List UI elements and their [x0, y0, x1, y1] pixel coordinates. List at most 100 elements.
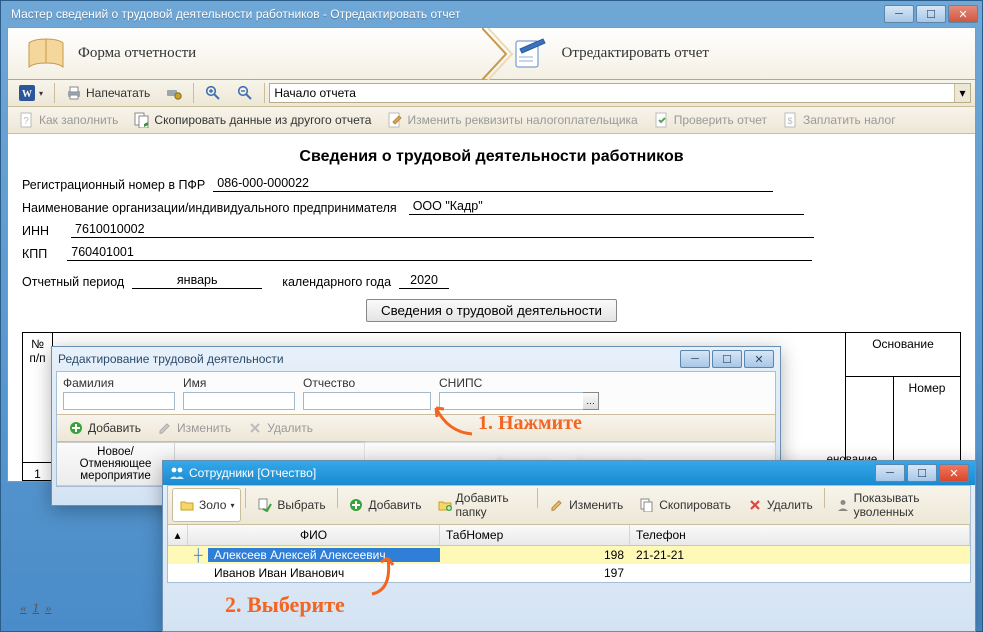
dlg1-delete-button[interactable]: Удалить [240, 417, 320, 439]
dlg1-snips-label: СНИПС [439, 376, 599, 390]
printer-icon [66, 85, 82, 101]
col-nomer: Номер [894, 377, 960, 463]
dlg1-patronymic-label: Отчество [303, 376, 431, 390]
callout-press: 1. Нажмите [478, 412, 582, 435]
dlg2-add-button[interactable]: Добавить [341, 488, 428, 522]
dlg2-add-folder-button[interactable]: Добавить папку [431, 488, 534, 522]
pencil-icon [549, 497, 565, 513]
verify-report-button[interactable]: Проверить отчет [647, 109, 774, 131]
dlg2-title: Сотрудники [Отчество] [189, 466, 875, 480]
dlg2-close-button[interactable]: ✕ [939, 464, 969, 482]
window-title: Мастер сведений о трудовой деятельности … [5, 7, 884, 21]
folder-plus-icon [438, 497, 452, 513]
dlg2-col-expand[interactable]: ▴ [168, 525, 188, 545]
print-settings-button[interactable] [159, 82, 189, 104]
dlg1-col-event: Новое/Отменяющее мероприятие [57, 443, 175, 486]
report-form-icon [26, 36, 66, 72]
copy-icon [639, 497, 655, 513]
edit-report-icon [510, 36, 550, 72]
word-export-button[interactable]: W ▾ [12, 82, 50, 104]
svg-text:?: ? [23, 116, 29, 127]
dlg1-lastname-input[interactable] [63, 392, 175, 410]
org-name-field[interactable]: ООО "Кадр" [409, 199, 804, 215]
reg-number-label: Регистрационный номер в ПФР [22, 178, 205, 192]
dlg2-delete-button[interactable]: Удалить [740, 488, 820, 522]
activity-info-button[interactable]: Сведения о трудовой деятельности [366, 299, 617, 322]
dlg2-minimize-button[interactable]: ─ [875, 464, 905, 482]
dlg2-copy-button[interactable]: Скопировать [632, 488, 738, 522]
pencil-icon [157, 420, 173, 436]
inn-label: ИНН [22, 224, 49, 238]
dlg2-select-button[interactable]: Выбрать [250, 488, 332, 522]
dlg2-maximize-button[interactable]: ☐ [907, 464, 937, 482]
print-button[interactable]: Напечатать [59, 82, 157, 104]
person-off-icon [836, 497, 850, 513]
period-month-field[interactable]: январь [132, 273, 262, 289]
dlg2-col-fio[interactable]: ФИО [188, 525, 440, 545]
zoom-out-icon [237, 85, 253, 101]
wizard-step-edit[interactable]: Отредактировать отчет [492, 28, 976, 79]
dlg2-row-0[interactable]: ┼ Алексеев Алексей Алексеевич 198 21-21-… [168, 546, 970, 564]
dlg2-edit-button[interactable]: Изменить [542, 488, 630, 522]
dlg1-lastname-label: Фамилия [63, 376, 175, 390]
reg-number-field[interactable]: 086-000-000022 [213, 176, 773, 192]
dlg1-add-button[interactable]: Добавить [61, 417, 148, 439]
x-red-icon [747, 497, 763, 513]
dlg2-col-tel[interactable]: Телефон [630, 525, 970, 545]
pager: « 1 » [20, 600, 52, 616]
dlg1-maximize-button[interactable]: ☐ [712, 350, 742, 368]
plus-icon [348, 497, 364, 513]
dlg2-show-fired-button[interactable]: Показывать уволенных [829, 488, 966, 522]
select-icon [257, 497, 273, 513]
period-year-field[interactable]: 2020 [399, 273, 449, 289]
zoom-out-button[interactable] [230, 82, 260, 104]
zoom-in-button[interactable] [198, 82, 228, 104]
org-name-label: Наименование организации/индивидуального… [22, 201, 397, 215]
minimize-button[interactable]: ─ [884, 5, 914, 23]
section-dropdown[interactable]: Начало отчета ▾ [269, 83, 971, 103]
row1-num: 1 [23, 463, 53, 481]
maximize-button[interactable]: ☐ [916, 5, 946, 23]
pay-tax-button[interactable]: $ Заплатить налог [776, 109, 903, 131]
kpp-label: КПП [22, 247, 47, 261]
inn-field[interactable]: 7610010002 [71, 222, 814, 238]
plus-icon [68, 420, 84, 436]
pager-page[interactable]: 1 [33, 600, 40, 616]
dlg1-snips-picker-button[interactable]: … [583, 392, 599, 410]
zoom-in-icon [205, 85, 221, 101]
col-num: № п/п [23, 333, 53, 463]
dlg1-title: Редактирование трудовой деятельности [58, 352, 680, 366]
dlg2-row-0-tel: 21-21-21 [630, 548, 970, 562]
kpp-field[interactable]: 760401001 [67, 245, 812, 261]
dlg2-row-1[interactable]: Иванов Иван Иванович 197 [168, 564, 970, 582]
dlg2-folder-dropdown[interactable]: Золо ▾ [172, 488, 241, 522]
page-title: Сведения о трудовой деятельности работни… [22, 148, 961, 166]
document-pencil-icon [387, 112, 403, 128]
col-osn: Основание [846, 333, 960, 377]
people-icon [169, 465, 185, 481]
dlg2-col-tab[interactable]: ТабНомер [440, 525, 630, 545]
edit-requisites-button[interactable]: Изменить реквизиты налогоплательщика [380, 109, 644, 131]
word-icon: W [19, 85, 35, 101]
dlg1-edit-button[interactable]: Изменить [150, 417, 238, 439]
period-mid-label: календарного года [282, 275, 391, 289]
dlg1-firstname-input[interactable] [183, 392, 295, 410]
svg-text:$: $ [787, 116, 792, 126]
callout-choose: 2. Выберите [225, 592, 345, 618]
howto-button[interactable]: ? Как заполнить [12, 109, 125, 131]
dlg1-close-button[interactable]: ✕ [744, 350, 774, 368]
close-button[interactable]: ✕ [948, 5, 978, 23]
dlg1-minimize-button[interactable]: ─ [680, 350, 710, 368]
pager-prev[interactable]: « [20, 600, 27, 616]
period-label: Отчетный период [22, 275, 124, 289]
wizard-step-form[interactable]: Форма отчетности [8, 28, 492, 79]
copy-document-icon [134, 112, 150, 128]
copy-data-button[interactable]: Скопировать данные из другого отчета [127, 109, 378, 131]
x-icon [247, 420, 263, 436]
document-check-icon [654, 112, 670, 128]
dlg2-row-1-tab: 197 [440, 566, 630, 580]
dlg1-patronymic-input[interactable] [303, 392, 431, 410]
document-help-icon: ? [19, 112, 35, 128]
pager-next[interactable]: » [45, 600, 52, 616]
chevron-down-icon: ▾ [954, 84, 970, 102]
